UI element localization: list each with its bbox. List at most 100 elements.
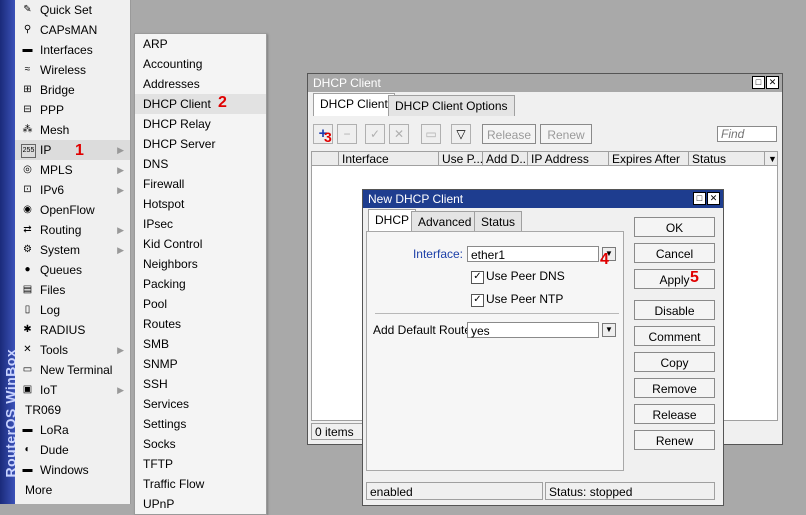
- interface-field[interactable]: ether1: [467, 246, 599, 262]
- tab-advanced[interactable]: Advanced: [411, 211, 479, 232]
- submenu-item-dhcp-relay[interactable]: DHCP Relay: [135, 114, 266, 134]
- menu-item-capsman[interactable]: ⚲ CAPsMAN: [15, 20, 130, 40]
- submenu-item-ipsec[interactable]: IPsec: [135, 214, 266, 234]
- menu-item-dude[interactable]: ◐ Dude: [15, 440, 130, 460]
- comment-icon[interactable]: ▭: [421, 124, 441, 144]
- menu-item-label: PPP: [40, 103, 65, 117]
- filter-icon[interactable]: ▽: [451, 124, 471, 144]
- submenu-item-addresses[interactable]: Addresses: [135, 74, 266, 94]
- submenu-item-traffic-flow[interactable]: Traffic Flow: [135, 474, 266, 494]
- submenu-item-accounting[interactable]: Accounting: [135, 54, 266, 74]
- column-ip-address[interactable]: IP Address: [528, 152, 609, 167]
- menu-item-routing[interactable]: ⇄ Routing ▶: [15, 220, 130, 240]
- submenu-item-firewall[interactable]: Firewall: [135, 174, 266, 194]
- menu-item-lora[interactable]: ▬ LoRa: [15, 420, 130, 440]
- dhcp-client-titlebar[interactable]: DHCP Client □ ✕: [308, 74, 782, 92]
- table-header: Interface Use P... Add D... IP Address E…: [311, 151, 779, 167]
- menu-item-ipv6[interactable]: ⊡ IPv6 ▶: [15, 180, 130, 200]
- cancel-button[interactable]: Cancel: [634, 243, 715, 263]
- menu-item-log[interactable]: ▯ Log: [15, 300, 130, 320]
- new-dhcp-client-window: New DHCP Client □ ✕ DHCP Advanced Status…: [362, 189, 724, 506]
- column-interface[interactable]: Interface: [339, 152, 439, 167]
- disable-button[interactable]: Disable: [634, 300, 715, 320]
- menu-item-quick-set[interactable]: ✎ Quick Set: [15, 0, 130, 20]
- menu-item-queues[interactable]: ● Queues: [15, 260, 130, 280]
- menu-item-ip[interactable]: 255 IP ▶: [15, 140, 130, 160]
- use-peer-ntp-checkbox[interactable]: ✓: [471, 294, 484, 307]
- menu-item-interfaces[interactable]: ▬ Interfaces: [15, 40, 130, 60]
- menu-item-mpls[interactable]: ◎ MPLS ▶: [15, 160, 130, 180]
- submenu-item-services[interactable]: Services: [135, 394, 266, 414]
- submenu-item-smb[interactable]: SMB: [135, 334, 266, 354]
- enable-check-icon[interactable]: ✓: [365, 124, 385, 144]
- column-add-default[interactable]: Add D...: [483, 152, 528, 167]
- menu-item-system[interactable]: ⚙ System ▶: [15, 240, 130, 260]
- ip-icon: 255: [21, 144, 36, 158]
- renew-button[interactable]: Renew: [540, 124, 592, 144]
- column-use-peer[interactable]: Use P...: [439, 152, 483, 167]
- comment-button[interactable]: Comment: [634, 326, 715, 346]
- maximize-icon[interactable]: □: [752, 76, 765, 89]
- menu-item-iot[interactable]: ▣ IoT ▶: [15, 380, 130, 400]
- ok-button[interactable]: OK: [634, 217, 715, 237]
- remove-button[interactable]: Remove: [634, 378, 715, 398]
- submenu-item-snmp[interactable]: SNMP: [135, 354, 266, 374]
- menu-item-more[interactable]: More: [15, 480, 130, 500]
- column-expires-after[interactable]: Expires After: [609, 152, 689, 167]
- submenu-item-upnp[interactable]: UPnP: [135, 494, 266, 514]
- menu-item-windows[interactable]: ▬ Windows: [15, 460, 130, 480]
- close-icon[interactable]: ✕: [766, 76, 779, 89]
- menu-item-label: Routing: [40, 223, 82, 237]
- tab-dhcp-client[interactable]: DHCP Client: [313, 93, 395, 116]
- submenu-item-packing[interactable]: Packing: [135, 274, 266, 294]
- submenu-item-arp[interactable]: ARP: [135, 34, 266, 54]
- column-blank[interactable]: [312, 152, 339, 167]
- submenu-item-tftp[interactable]: TFTP: [135, 454, 266, 474]
- use-peer-dns-label: Use Peer DNS: [486, 269, 565, 283]
- release-button[interactable]: Release: [482, 124, 536, 144]
- menu-item-ppp[interactable]: ⊟ PPP: [15, 100, 130, 120]
- submenu-item-kid-control[interactable]: Kid Control: [135, 234, 266, 254]
- close-icon[interactable]: ✕: [707, 192, 720, 205]
- submenu-item-dhcp-server[interactable]: DHCP Server: [135, 134, 266, 154]
- tab-dhcp-client-options[interactable]: DHCP Client Options: [388, 95, 515, 116]
- apply-button[interactable]: Apply: [634, 269, 715, 289]
- copy-button[interactable]: Copy: [634, 352, 715, 372]
- interfaces-icon: ▬: [22, 44, 33, 55]
- submenu-item-routes[interactable]: Routes: [135, 314, 266, 334]
- submenu-item-settings[interactable]: Settings: [135, 414, 266, 434]
- use-peer-dns-checkbox[interactable]: ✓: [471, 271, 484, 284]
- menu-item-tools[interactable]: ✕ Tools ▶: [15, 340, 130, 360]
- tab-dhcp[interactable]: DHCP: [368, 209, 417, 232]
- maximize-icon[interactable]: □: [693, 192, 706, 205]
- menu-item-bridge[interactable]: ⊞ Bridge: [15, 80, 130, 100]
- menu-item-tr069[interactable]: TR069: [15, 400, 130, 420]
- release-button[interactable]: Release: [634, 404, 715, 424]
- add-default-route-field[interactable]: yes: [467, 322, 599, 338]
- column-status[interactable]: Status: [689, 152, 765, 167]
- bridge-icon: ⊞: [23, 84, 32, 95]
- tab-status[interactable]: Status: [474, 211, 523, 232]
- submenu-item-dhcp-client[interactable]: DHCP Client: [135, 94, 266, 114]
- find-input[interactable]: [717, 126, 777, 142]
- renew-button[interactable]: Renew: [634, 430, 715, 450]
- column-menu-icon[interactable]: ▼: [765, 152, 779, 167]
- dude-icon: ◐: [24, 444, 31, 455]
- menu-item-label: Mesh: [40, 123, 70, 137]
- new-dhcp-client-titlebar[interactable]: New DHCP Client □ ✕: [363, 190, 723, 208]
- submenu-item-pool[interactable]: Pool: [135, 294, 266, 314]
- submenu-item-dns[interactable]: DNS: [135, 154, 266, 174]
- remove-icon[interactable]: −: [337, 124, 357, 144]
- menu-item-new-terminal[interactable]: ▭ New Terminal: [15, 360, 130, 380]
- submenu-item-socks[interactable]: Socks: [135, 434, 266, 454]
- menu-item-wireless[interactable]: ≈ Wireless: [15, 60, 130, 80]
- submenu-item-hotspot[interactable]: Hotspot: [135, 194, 266, 214]
- chevron-down-icon[interactable]: ▼: [602, 323, 616, 337]
- menu-item-files[interactable]: ▤ Files: [15, 280, 130, 300]
- menu-item-mesh[interactable]: ⁂ Mesh: [15, 120, 130, 140]
- submenu-item-ssh[interactable]: SSH: [135, 374, 266, 394]
- submenu-item-neighbors[interactable]: Neighbors: [135, 254, 266, 274]
- disable-x-icon[interactable]: ✕: [389, 124, 409, 144]
- menu-item-radius[interactable]: ✱ RADIUS: [15, 320, 130, 340]
- menu-item-openflow[interactable]: ◉ OpenFlow: [15, 200, 130, 220]
